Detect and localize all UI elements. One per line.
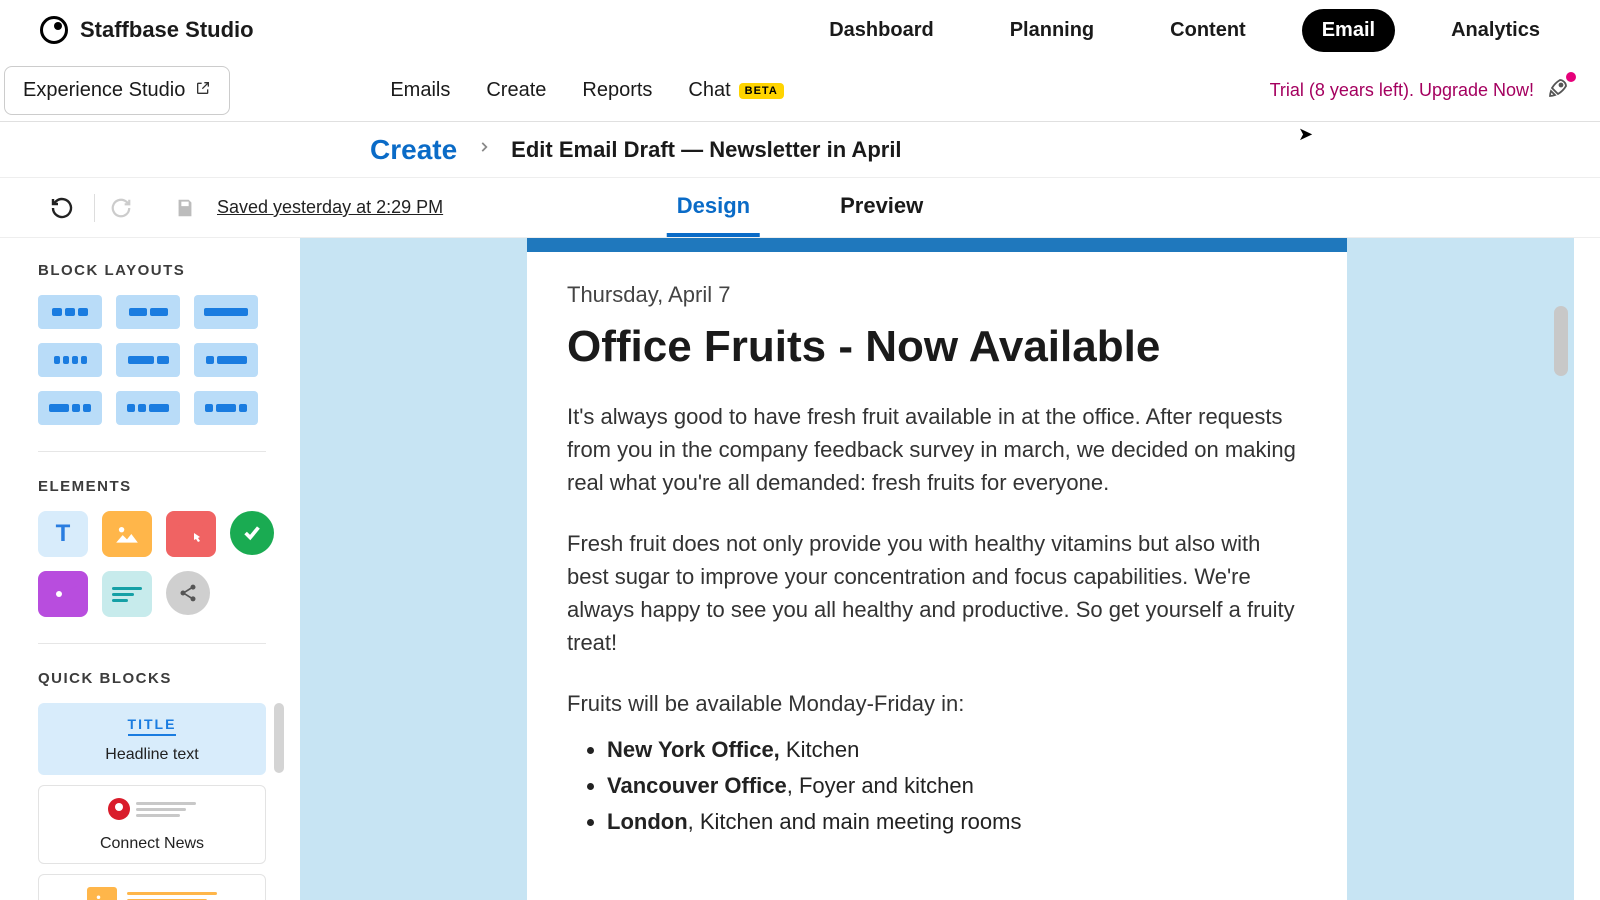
save-icon[interactable]: [173, 196, 197, 220]
trial-area: Trial (8 years left). Upgrade Now!: [1270, 76, 1600, 105]
sidebar: BLOCK LAYOUTS ELEMENTS T: [0, 238, 300, 900]
redo-icon: [109, 196, 133, 220]
toolbar: Saved yesterday at 2:29 PM Design Previe…: [0, 178, 1600, 238]
nav-dashboard[interactable]: Dashboard: [809, 9, 953, 52]
notification-dot-icon: [1566, 72, 1576, 82]
list-item[interactable]: Vancouver Office, Foyer and kitchen: [607, 770, 1307, 802]
email-canvas[interactable]: Thursday, April 7 Office Fruits - Now Av…: [300, 238, 1574, 900]
layout-tile[interactable]: [194, 391, 258, 425]
list-item[interactable]: New York Office, Kitchen: [607, 734, 1307, 766]
layout-tile[interactable]: [116, 295, 180, 329]
quick-block-connect-news[interactable]: Connect News: [38, 785, 266, 864]
email-paragraph[interactable]: Fresh fruit does not only provide you wi…: [567, 527, 1307, 659]
tab-design[interactable]: Design: [667, 179, 760, 237]
subnav-chat[interactable]: Chat BETA: [688, 79, 783, 102]
toolbar-divider: [94, 194, 95, 222]
quick-blocks-list: TITLE Headline text Connect News: [38, 703, 266, 900]
brand-logo-icon: [40, 16, 68, 44]
quick-block-title[interactable]: TITLE Headline text: [38, 703, 266, 775]
block-layouts-grid: [38, 295, 266, 425]
email-headline[interactable]: Office Fruits - Now Available: [567, 322, 1307, 372]
nav-email[interactable]: Email: [1302, 9, 1395, 52]
main-nav: Dashboard Planning Content Email Analyti…: [809, 9, 1560, 52]
sidebar-divider: [38, 643, 266, 644]
list-item[interactable]: London, Kitchen and main meeting rooms: [607, 806, 1307, 838]
subnav-chat-label: Chat: [688, 79, 730, 102]
quick-block-feature[interactable]: [38, 874, 266, 900]
brand-logo[interactable]: Staffbase Studio: [40, 16, 254, 44]
trial-upgrade-link[interactable]: Trial (8 years left). Upgrade Now!: [1270, 80, 1534, 101]
top-header: Staffbase Studio Dashboard Planning Cont…: [0, 0, 1600, 60]
breadcrumb-title: Edit Email Draft — Newsletter in April: [511, 137, 901, 163]
element-image[interactable]: [102, 511, 152, 557]
quick-block-news-sub: Connect News: [39, 835, 265, 853]
layout-tile[interactable]: [116, 391, 180, 425]
email-header-bar: [527, 238, 1347, 252]
canvas-scrollbar[interactable]: [1554, 306, 1568, 376]
email-locations-list[interactable]: New York Office, Kitchen Vancouver Offic…: [607, 734, 1307, 838]
block-layouts-heading: BLOCK LAYOUTS: [38, 262, 266, 279]
quick-block-title-mini: TITLE: [128, 716, 177, 736]
lines-icon: [127, 888, 217, 900]
layout-tile[interactable]: [38, 295, 102, 329]
saved-status[interactable]: Saved yesterday at 2:29 PM: [217, 197, 443, 218]
external-link-icon: [195, 79, 211, 102]
element-video[interactable]: [38, 571, 88, 617]
elements-grid: T: [38, 511, 266, 617]
element-button[interactable]: [166, 511, 216, 557]
quick-blocks-scrollbar[interactable]: [274, 703, 284, 773]
pin-icon: [108, 798, 130, 820]
element-check[interactable]: [230, 511, 274, 555]
element-share[interactable]: [166, 571, 210, 615]
breadcrumb-root[interactable]: Create: [370, 134, 457, 166]
elements-heading: ELEMENTS: [38, 478, 266, 495]
layout-tile[interactable]: [194, 343, 258, 377]
quick-blocks-heading: QUICK BLOCKS: [38, 670, 266, 687]
quick-block-title-sub: Headline text: [39, 746, 265, 764]
nav-planning[interactable]: Planning: [990, 9, 1114, 52]
lines-icon: [136, 799, 196, 820]
sidebar-divider: [38, 451, 266, 452]
element-divider[interactable]: [102, 571, 152, 617]
sub-header: Experience Studio Emails Create Reports …: [0, 60, 1600, 122]
email-paragraph[interactable]: Fruits will be available Monday-Friday i…: [567, 687, 1307, 720]
main-area: BLOCK LAYOUTS ELEMENTS T: [0, 238, 1600, 900]
layout-tile[interactable]: [38, 343, 102, 377]
subnav-emails[interactable]: Emails: [390, 79, 450, 102]
tab-preview[interactable]: Preview: [830, 179, 933, 237]
brand-name: Staffbase Studio: [80, 17, 254, 43]
layout-tile[interactable]: [116, 343, 180, 377]
email-date[interactable]: Thursday, April 7: [567, 282, 1307, 308]
experience-studio-button[interactable]: Experience Studio: [4, 66, 230, 115]
beta-badge: BETA: [739, 83, 784, 99]
chevron-right-icon: [477, 140, 491, 159]
email-paragraph[interactable]: It's always good to have fresh fruit ava…: [567, 400, 1307, 499]
undo-icon[interactable]: [50, 196, 74, 220]
experience-studio-label: Experience Studio: [23, 79, 185, 102]
element-text[interactable]: T: [38, 511, 88, 557]
subnav-reports[interactable]: Reports: [582, 79, 652, 102]
view-tabs: Design Preview: [667, 179, 934, 237]
sub-nav: Emails Create Reports Chat BETA: [390, 79, 783, 102]
canvas-wrap: Thursday, April 7 Office Fruits - Now Av…: [300, 238, 1600, 900]
nav-content[interactable]: Content: [1150, 9, 1266, 52]
layout-tile[interactable]: [38, 391, 102, 425]
layout-tile[interactable]: [194, 295, 258, 329]
image-thumb-icon: [87, 887, 117, 900]
rocket-icon[interactable]: [1546, 76, 1570, 105]
email-body[interactable]: Thursday, April 7 Office Fruits - Now Av…: [527, 238, 1347, 900]
subnav-create[interactable]: Create: [486, 79, 546, 102]
nav-analytics[interactable]: Analytics: [1431, 9, 1560, 52]
breadcrumb: Create Edit Email Draft — Newsletter in …: [0, 122, 1600, 178]
